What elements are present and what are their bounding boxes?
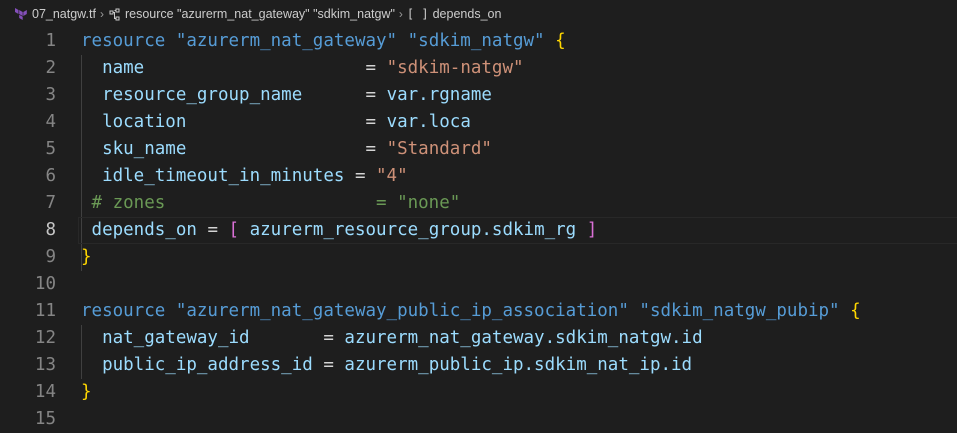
line-number: 7 (45, 193, 56, 213)
breadcrumb-file[interactable]: 07_natgw.tf (15, 7, 96, 21)
symbol-array-icon: [ ] (406, 7, 429, 21)
code-token: azurerm_resource_group.sdkim_rg (239, 220, 587, 240)
line-number: 5 (45, 139, 56, 159)
code-text: } (81, 244, 92, 271)
line-number: 8 (45, 220, 56, 240)
code-line[interactable]: 14} (0, 379, 957, 406)
code-token: { (850, 301, 861, 321)
code-token: "Standard" (386, 139, 492, 159)
code-token: } (81, 247, 92, 267)
code-token: sku_name (81, 139, 366, 159)
code-line[interactable]: 10 (0, 271, 957, 298)
code-line[interactable]: 4 location = var.loca (0, 109, 957, 136)
line-number: 12 (34, 328, 56, 348)
code-text: resource "azurerm_nat_gateway" "sdkim_na… (81, 28, 566, 55)
code-token: "4" (376, 166, 408, 186)
code-token: name (81, 58, 366, 78)
code-text: resource_group_name = var.rgname (81, 82, 492, 109)
code-token: resource_group_name (81, 85, 366, 105)
line-number: 15 (34, 409, 56, 429)
code-line[interactable]: 9} (0, 244, 957, 271)
code-token: nat_gateway_id (81, 328, 324, 348)
terraform-icon (15, 8, 27, 20)
code-line[interactable]: 3 resource_group_name = var.rgname (0, 82, 957, 109)
code-line[interactable]: 1 resource "azurerm_nat_gateway" "sdkim_n… (0, 28, 957, 55)
code-token: { (555, 31, 566, 51)
code-text: sku_name = "Standard" (81, 136, 492, 163)
code-token: [ (228, 220, 240, 240)
code-token: # zones = "none" (81, 193, 461, 213)
code-token: idle_timeout_in_minutes (81, 166, 355, 186)
code-token: var.loca (386, 112, 471, 132)
line-number: 13 (34, 355, 56, 375)
breadcrumb-symbol-label: depends_on (432, 7, 502, 21)
breadcrumb-resource-label: resource "azurerm_nat_gateway" "sdkim_na… (124, 7, 395, 21)
chevron-right-icon: › (398, 7, 403, 21)
code-line[interactable]: 5 sku_name = "Standard" (0, 136, 957, 163)
chevron-right-icon: › (99, 7, 104, 21)
code-token: "azurerm_nat_gateway" "sdkim_natgw" (175, 31, 556, 51)
code-text: idle_timeout_in_minutes = "4" (81, 163, 408, 190)
code-text: } (81, 379, 92, 406)
code-line[interactable]: 8 depends_on = [ azurerm_resource_group.… (0, 217, 957, 244)
code-text: resource "azurerm_nat_gateway_public_ip_… (81, 298, 861, 325)
code-token: = (207, 220, 229, 240)
code-token: resource (81, 301, 176, 321)
code-token: location (81, 112, 366, 132)
code-token: depends_on (81, 220, 208, 240)
code-token: "azurerm_nat_gateway_public_ip_associati… (175, 301, 851, 321)
line-number: 11 (34, 301, 56, 321)
code-token: azurerm_nat_gateway.sdkim_natgw.id (344, 328, 703, 348)
code-text: public_ip_address_id = azurerm_public_ip… (81, 352, 692, 379)
code-token: azurerm_public_ip.sdkim_nat_ip.id (344, 355, 693, 375)
line-number: 2 (45, 58, 56, 78)
code-line[interactable]: 7 # zones = "none" (0, 190, 957, 217)
breadcrumb-symbol[interactable]: [ ] depends_on (407, 7, 502, 21)
code-text: location = var.loca (81, 109, 471, 136)
code-token: = (365, 139, 387, 159)
code-line[interactable]: 13 public_ip_address_id = azurerm_public… (0, 352, 957, 379)
code-line[interactable]: 2 name = "sdkim-natgw" (0, 55, 957, 82)
line-number: 3 (45, 85, 56, 105)
breadcrumb-resource[interactable]: resource "azurerm_nat_gateway" "sdkim_na… (108, 7, 395, 21)
code-text: name = "sdkim-natgw" (81, 55, 524, 82)
code-text: nat_gateway_id = azurerm_nat_gateway.sdk… (81, 325, 703, 352)
code-token: = (323, 355, 345, 375)
breadcrumb: 07_natgw.tf › resource "azurerm_nat_gate… (0, 0, 957, 28)
symbol-structure-icon (109, 8, 120, 20)
code-token: = (365, 112, 387, 132)
code-editor[interactable]: 1 resource "azurerm_nat_gateway" "sdkim_n… (0, 28, 957, 429)
code-text: depends_on = [ azurerm_resource_group.sd… (81, 217, 598, 244)
code-token: var.rgname (386, 85, 492, 105)
code-line[interactable]: 6 idle_timeout_in_minutes = "4" (0, 163, 957, 190)
line-number: 9 (45, 247, 56, 267)
code-text: # zones = "none" (81, 190, 461, 217)
breadcrumb-file-label: 07_natgw.tf (32, 7, 96, 21)
line-number: 4 (45, 112, 56, 132)
code-token: = (365, 58, 387, 78)
code-token: ] (586, 220, 598, 240)
code-token: resource (81, 31, 176, 51)
code-token: "sdkim-natgw" (386, 58, 524, 78)
line-number: 1 (45, 31, 56, 51)
code-line[interactable]: 15 (0, 406, 957, 433)
code-token: = (354, 166, 377, 186)
code-token: } (81, 382, 92, 402)
line-number: 10 (34, 274, 56, 294)
line-number: 14 (34, 382, 56, 402)
code-token: = (323, 328, 345, 348)
code-token: public_ip_address_id (81, 355, 324, 375)
code-token: = (365, 85, 387, 105)
code-line[interactable]: 12 nat_gateway_id = azurerm_nat_gateway.… (0, 325, 957, 352)
line-number: 6 (45, 166, 56, 186)
code-line[interactable]: 11 resource "azurerm_nat_gateway_public_i… (0, 298, 957, 325)
